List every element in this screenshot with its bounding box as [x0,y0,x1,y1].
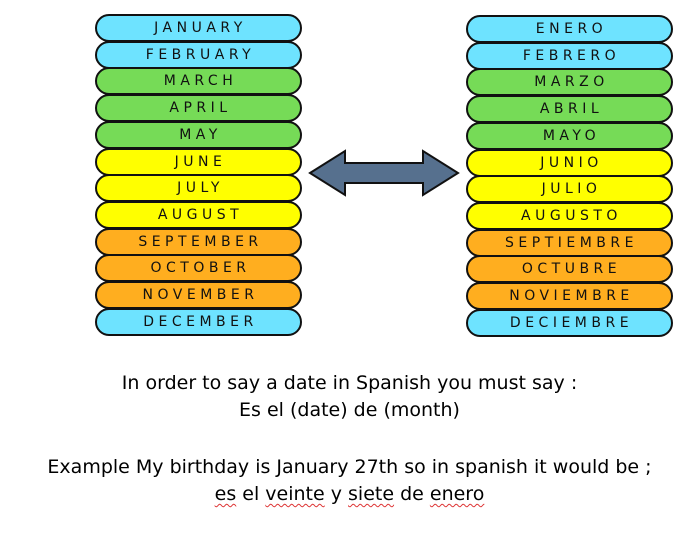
english-months-column: JANUARY FEBRUARY MARCH APRIL MAY JUNE JULY AUGU… [95,14,302,336]
month-label: FEBRUARY [145,46,256,63]
example-line-2: es el veinte y siete de enero [0,483,699,505]
spanish-month-pill: MAYO [466,121,673,150]
month-label: AUGUSTO [521,207,622,224]
spanish-month-pill: DECIEMBRE [466,308,673,337]
spanish-month-pill: OCTUBRE [466,255,673,284]
month-label: JULIO [541,181,602,198]
month-label: JULY [177,180,224,197]
english-month-pill: MARCH [95,67,302,96]
instruction-line-2: Es el (date) de (month) [239,399,460,421]
english-month-pill: APRIL [95,94,302,123]
double-arrow-icon [308,149,460,197]
month-label: SEPTEMBER [138,233,263,250]
example-word: y [324,483,349,505]
spanish-month-pill: SEPTIEMBRE [466,228,673,257]
month-label: AUGUST [157,206,244,223]
instruction-line-1: In order to say a date in Spanish you mu… [121,372,578,394]
month-label: ABRIL [539,101,604,118]
spellcheck-word: enero [429,483,485,505]
spellcheck-word: siete [348,483,395,505]
month-label: APRIL [169,100,232,117]
english-month-pill: JULY [95,174,302,203]
month-label: JUNE [174,153,227,170]
spanish-month-pill: ABRIL [466,95,673,124]
spanish-month-pill: FEBRERO [466,41,673,70]
spanish-month-pill: NOVIEMBRE [466,282,673,311]
spanish-month-pill: JULIO [466,175,673,204]
month-label: ENERO [535,21,608,37]
month-label: JANUARY [154,20,247,36]
english-month-pill: JANUARY [95,14,302,42]
english-month-pill: NOVEMBER [95,281,302,310]
spellcheck-word: es [214,483,237,505]
month-label: MAY [179,126,222,143]
example-line-1: Example My birthday is January 27th so i… [47,456,652,478]
month-label: FEBRERO [522,47,621,64]
english-month-pill: AUGUST [95,200,302,229]
spanish-months-column: ENERO FEBRERO MARZO ABRIL MAYO JUNIO JULIO AUGU… [466,15,673,337]
spanish-month-pill: JUNIO [466,148,673,177]
month-label: MARCH [163,73,238,90]
month-label: NOVEMBER [142,287,259,304]
english-month-pill: OCTOBER [95,254,302,283]
english-month-pill: SEPTEMBER [95,227,302,256]
month-label: MARZO [534,74,609,91]
month-label: MAYO [542,127,601,144]
english-month-pill: FEBRUARY [95,40,302,69]
example-word: el [236,483,266,505]
month-label: OCTOBER [150,260,251,277]
english-month-pill: MAY [95,120,302,149]
spanish-month-pill: ENERO [466,15,673,43]
month-label: DECIEMBRE [509,314,634,331]
month-label: OCTUBRE [521,261,622,278]
english-month-pill: JUNE [95,147,302,176]
month-label: NOVIEMBRE [509,288,634,305]
month-label: JUNIO [540,154,603,171]
spellcheck-word: veinte [265,483,325,505]
spanish-month-pill: MARZO [466,68,673,97]
month-label: DECEMBER [143,313,258,330]
english-month-pill: DECEMBER [95,307,302,336]
spanish-month-pill: AUGUSTO [466,201,673,230]
example-word: de [394,483,430,505]
month-label: SEPTIEMBRE [505,234,638,251]
